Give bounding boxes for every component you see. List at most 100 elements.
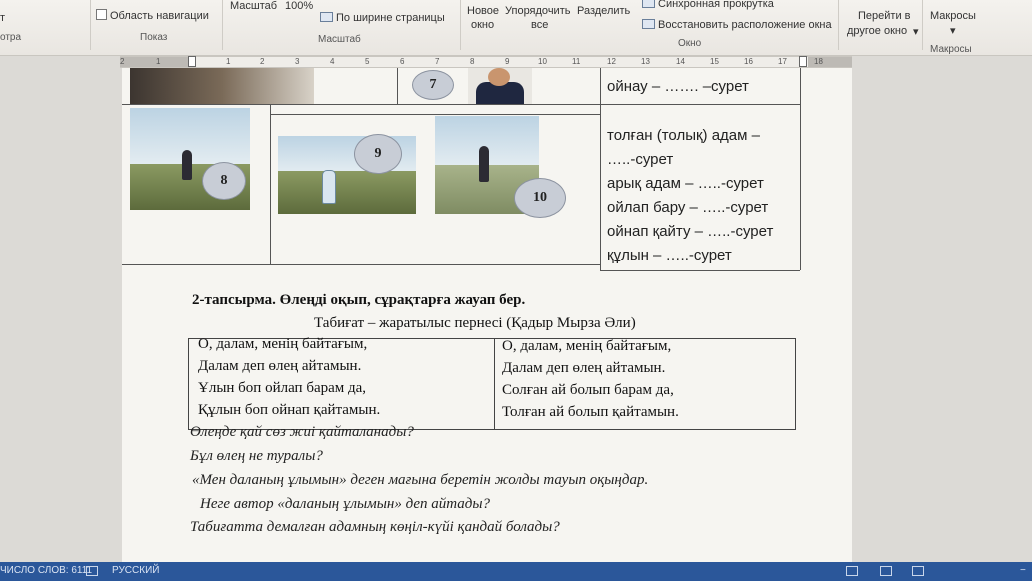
macros-dropdown-icon[interactable]: ▾ (950, 24, 956, 37)
web-layout-icon[interactable] (912, 566, 924, 576)
ruler-tick: 17 (778, 57, 787, 66)
standing-girl-figure (479, 146, 489, 182)
language-indicator[interactable]: РУССКИЙ (112, 565, 159, 576)
image-number-badge: 8 (202, 162, 246, 200)
poem-title: Табиғат – жаратылыс пернесі (Қадыр Мырза… (314, 315, 636, 331)
poem-line: Ұлын боп ойлап барам да, (198, 380, 367, 396)
table-border (122, 104, 800, 105)
nav-pane-checkbox[interactable]: Область навигации (96, 9, 209, 22)
table-border (600, 270, 800, 271)
ruler-tick: 2 (260, 57, 265, 66)
task-heading: 2-тапсырма. Өлеңді оқып, сұрақтарға жауа… (192, 292, 526, 308)
new-window-button-line2: окно (471, 19, 495, 31)
arrange-all-button-line2: все (531, 19, 549, 31)
zoom-100-button[interactable]: 100% (285, 0, 313, 12)
ruler-tick: 4 (330, 57, 335, 66)
zoom-out-icon[interactable]: − (1020, 565, 1026, 576)
read-mode-icon[interactable] (846, 566, 858, 576)
sync-scroll-icon (642, 0, 655, 8)
ruler-tick: 8 (470, 57, 475, 66)
ruler-tick: 11 (572, 57, 581, 66)
ruler-tick: 1 (226, 57, 231, 66)
poem-line: Құлын боп ойнап қайтамын. (198, 402, 381, 418)
table-border (800, 68, 801, 270)
boy-head (488, 68, 510, 86)
ruler-tick: 9 (505, 57, 510, 66)
suret-label: құлын – …..-сурет (607, 247, 732, 264)
poem-line: О, далам, менің байтағым, (502, 338, 672, 354)
ribbon-partial-label: т (0, 12, 6, 24)
table-border (270, 104, 271, 264)
ruler-tick: 14 (676, 57, 685, 66)
suret-label: арық адам – …..-сурет (607, 175, 764, 192)
poem-line: Далам деп өлең айтамын. (198, 358, 362, 374)
document-page[interactable]: 7 8 9 10 ойнау – ……. –сурет толған (толы… (122, 68, 852, 573)
ruler-tick: 5 (365, 57, 370, 66)
table-border (600, 68, 601, 270)
print-layout-icon[interactable] (880, 566, 892, 576)
ribbon-partial-group-label: отра (0, 32, 22, 43)
zoom-button[interactable]: Масштаб (230, 0, 277, 12)
question-line: Табиғатта демалған адамның көңіл-күйі қа… (190, 519, 560, 535)
ruler-tick: 16 (744, 57, 753, 66)
table-border (122, 264, 600, 265)
horizontal-ruler[interactable]: 2 1 1 2 3 4 5 6 7 8 9 10 11 12 13 14 15 … (120, 56, 852, 68)
right-indent-marker[interactable] (799, 56, 807, 67)
word-count[interactable]: ЧИСЛО СЛОВ: 6111 (0, 565, 92, 576)
poem-table-divider (494, 338, 495, 430)
macros-button[interactable]: Макросы (930, 10, 976, 22)
status-bar: ЧИСЛО СЛОВ: 6111 РУССКИЙ − (0, 562, 1032, 581)
page-width-icon (320, 12, 333, 22)
poem-line: Далам деп өлең айтамын. (502, 360, 666, 376)
split-button[interactable]: Разделить (577, 5, 630, 17)
ruler-tick: 6 (400, 57, 405, 66)
image-number-badge: 9 (354, 134, 402, 174)
suret-label: …..-сурет (607, 151, 674, 168)
suret-label: ойлап бару – …..-сурет (607, 199, 769, 216)
zoom-group-label: Масштаб (318, 34, 361, 45)
poem-line: О, далам, менің байтағым, (198, 336, 368, 352)
running-girl-figure (182, 150, 192, 180)
poem-line: Толған ай болып қайтамын. (502, 404, 679, 420)
photo-7 (468, 68, 532, 104)
question-line: «Мен даланың ұлымын» деген мағына береті… (192, 472, 649, 488)
switch-window-button-line2: другое окно (847, 25, 908, 37)
image-number-badge: 10 (514, 178, 566, 218)
question-line: Бұл өлең не туралы? (190, 448, 323, 464)
suret-label: ойнау – ……. –сурет (607, 78, 749, 95)
ruler-tick: 7 (435, 57, 440, 66)
reset-position-button[interactable]: Восстановить расположение окна (642, 19, 832, 31)
ruler-tick: 12 (607, 57, 616, 66)
poem-line: Солған ай болып барам да, (502, 382, 674, 398)
checkbox-icon (96, 9, 107, 20)
ruler-tick: 3 (295, 57, 300, 66)
suret-label: толған (толық) адам – (607, 127, 760, 144)
arrange-all-button[interactable]: Упорядочить (505, 5, 570, 17)
ruler-tick: 18 (814, 57, 823, 66)
question-line: Неге автор «даланың ұлымын» деп айтады? (200, 496, 491, 512)
table-border (270, 114, 600, 115)
ruler-tick: 10 (538, 57, 547, 66)
table-border (397, 68, 398, 104)
sync-scroll-button[interactable]: Синхронная прокрутка (642, 0, 774, 10)
suret-label: ойнап қайту – …..-сурет (607, 223, 774, 240)
new-window-button[interactable]: Новое (467, 5, 499, 17)
ruler-tick: 2 (120, 57, 125, 66)
window-group-label: Окно (678, 38, 702, 49)
chevron-down-icon[interactable]: ▾ (913, 25, 919, 38)
proofing-icon[interactable] (86, 566, 98, 576)
indent-marker[interactable] (188, 56, 196, 67)
photo-top-left (130, 68, 314, 104)
image-number-badge: 7 (412, 70, 454, 100)
reset-position-icon (642, 19, 655, 29)
ruler-tick: 1 (156, 57, 161, 66)
ruler-tick: 13 (641, 57, 650, 66)
ruler-tick: 15 (710, 57, 719, 66)
switch-window-button[interactable]: Перейти в (858, 10, 911, 22)
girl-figure (322, 170, 336, 204)
page-width-button[interactable]: По ширине страницы (320, 12, 445, 24)
macros-group-label: Макросы (930, 44, 972, 55)
question-line: Өлеңде қай сөз жиі қайталанады? (190, 424, 414, 440)
ribbon: т отра Область навигации Показ Масштаб 1… (0, 0, 1032, 56)
show-group-label: Показ (140, 32, 168, 43)
